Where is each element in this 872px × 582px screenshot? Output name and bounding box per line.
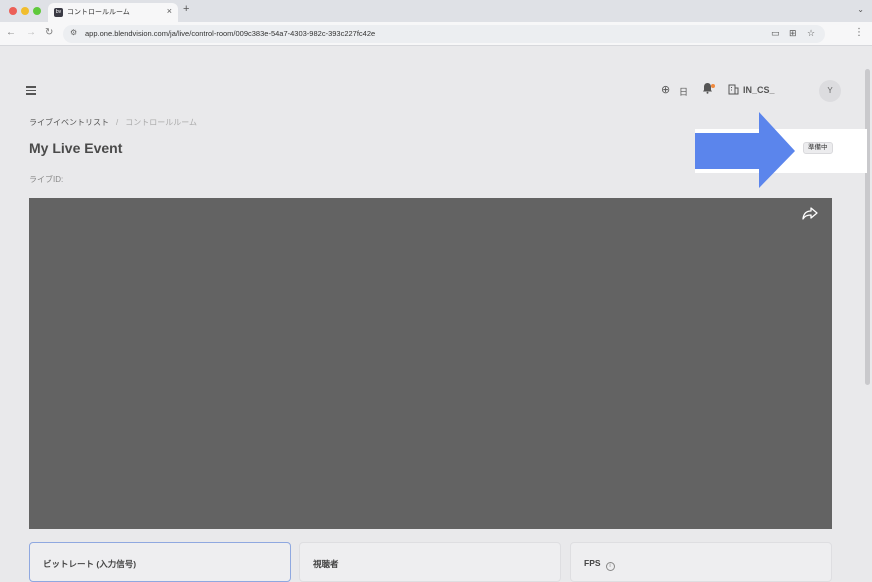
stat-label-bitrate: ビットレート (入力信号)	[43, 559, 137, 569]
site-settings-icon[interactable]: ⚙	[70, 28, 77, 37]
url-text: app.one.blendvision.com/ja/live/control-…	[85, 29, 376, 38]
back-icon[interactable]: ←	[6, 27, 16, 38]
org-switcher[interactable]: IN_CS_	[743, 85, 775, 95]
annotation-arrow	[695, 112, 795, 188]
tab-title: コントロールルーム	[67, 9, 130, 16]
cast-icon[interactable]: ▭	[771, 28, 780, 39]
browser-tab[interactable]: bv コントロールルーム ×	[48, 3, 178, 22]
stat-label-viewers: 視聴者	[313, 559, 339, 569]
stat-card-fps[interactable]: FPS i	[570, 542, 832, 582]
stat-label-fps: FPS	[584, 558, 601, 568]
avatar[interactable]: Y	[819, 80, 841, 102]
building-icon	[728, 84, 739, 98]
window-minimize-button[interactable]	[21, 7, 29, 15]
tab-close-icon[interactable]: ×	[167, 6, 172, 16]
new-tab-button[interactable]: +	[183, 3, 189, 15]
live-id-label: ライブID:	[29, 175, 64, 184]
address-bar[interactable]: ⚙ app.one.blendvision.com/ja/live/contro…	[63, 25, 825, 43]
stat-card-viewers[interactable]: 視聴者	[299, 542, 561, 582]
scrollbar[interactable]	[865, 69, 870, 385]
browser-menu-icon[interactable]: ⋮	[854, 27, 864, 38]
globe-icon[interactable]: ⊕	[661, 83, 670, 96]
notification-dot	[711, 84, 715, 88]
stat-card-bitrate[interactable]: ビットレート (入力信号)	[29, 542, 291, 582]
menu-icon[interactable]	[26, 86, 36, 95]
stat-label-fps-wrap: FPS i	[584, 558, 615, 571]
browser-toolbar: ← → ↻ ⚙ app.one.blendvision.com/ja/live/…	[0, 22, 872, 46]
video-player[interactable]	[29, 198, 832, 529]
forward-icon[interactable]: →	[26, 27, 36, 38]
window-close-button[interactable]	[9, 7, 17, 15]
browser-tab-bar: bv コントロールルーム × + ⌄	[0, 0, 872, 22]
favicon-icon: bv	[54, 8, 63, 17]
page-title: My Live Event	[29, 140, 123, 156]
tab-search-icon[interactable]: ⌄	[857, 5, 864, 14]
info-icon[interactable]: i	[605, 562, 615, 571]
window-zoom-button[interactable]	[33, 7, 41, 15]
breadcrumb-current: コントロールルーム	[125, 118, 197, 127]
bookmark-star-icon[interactable]: ☆	[807, 28, 815, 39]
translate-icon[interactable]: ⊞	[789, 28, 797, 39]
status-badge: 準備中	[803, 142, 833, 154]
breadcrumb: ライブイベントリスト / コントロールルーム	[29, 117, 197, 128]
app-content: ⊕ 日 IN_CS_ Y ライブイベントリスト / コントロールルーム My Liv…	[0, 47, 872, 582]
language-selector[interactable]: 日	[679, 85, 688, 98]
breadcrumb-separator: /	[116, 118, 119, 127]
breadcrumb-live-event-list[interactable]: ライブイベントリスト	[29, 118, 109, 127]
reload-icon[interactable]: ↻	[45, 27, 53, 38]
share-icon[interactable]	[802, 206, 818, 220]
